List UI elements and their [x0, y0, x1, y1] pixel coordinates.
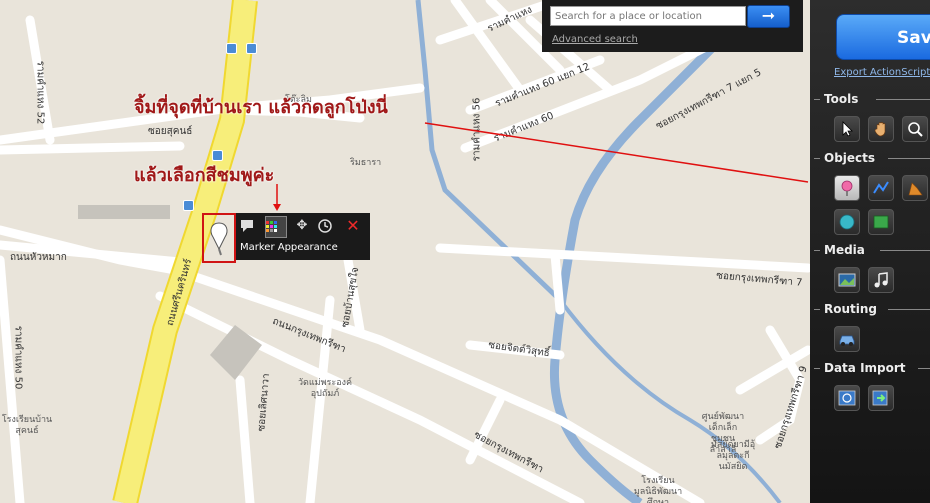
- globe-link-icon: [838, 390, 856, 406]
- section-objects: Objects: [814, 151, 930, 165]
- selected-marker[interactable]: [202, 213, 236, 263]
- save-button[interactable]: Save: [836, 14, 930, 60]
- section-title: Media: [824, 243, 865, 257]
- section-media: Media: [814, 243, 930, 257]
- hand-icon: [874, 122, 886, 137]
- circle-tool[interactable]: [834, 209, 860, 235]
- photo-icon: [838, 273, 856, 287]
- search-button[interactable]: ➞: [747, 5, 790, 28]
- zoom-tool[interactable]: [902, 116, 928, 142]
- move-icon[interactable]: ✥: [292, 216, 312, 236]
- route-tool[interactable]: [834, 326, 860, 352]
- export-link[interactable]: Export ActionScript: [834, 67, 930, 78]
- import-kml-tool[interactable]: [834, 385, 860, 411]
- import-file-tool[interactable]: [868, 385, 894, 411]
- comment-icon[interactable]: [240, 216, 260, 236]
- line-tool[interactable]: [868, 175, 894, 201]
- polygon-icon: [908, 182, 923, 196]
- import-arrow-icon: [872, 390, 888, 406]
- audio-tool[interactable]: [868, 267, 894, 293]
- circle-icon: [839, 214, 855, 230]
- search-input[interactable]: [550, 6, 746, 26]
- clock-icon[interactable]: [318, 216, 338, 236]
- polygon-tool[interactable]: [902, 175, 928, 201]
- section-routing: Routing: [814, 302, 930, 316]
- pan-tool[interactable]: [868, 116, 894, 142]
- marker-toolbar: ✥ ✕ Marker Appearance: [236, 213, 370, 260]
- section-title: Objects: [824, 151, 876, 165]
- tooltip: Marker Appearance: [240, 242, 338, 253]
- section-title: Routing: [824, 302, 878, 316]
- section-tools: Tools: [814, 92, 930, 106]
- section-title: Data Import: [824, 361, 906, 375]
- save-label: Save: [897, 28, 930, 48]
- section-data-import: Data Import: [814, 361, 930, 375]
- rectangle-tool[interactable]: [868, 209, 894, 235]
- music-note-icon: [874, 272, 888, 288]
- close-icon[interactable]: ✕: [343, 216, 363, 236]
- advanced-search-link[interactable]: Advanced search: [552, 34, 638, 45]
- marker-tool[interactable]: [834, 175, 860, 201]
- arrow-right-icon: ➞: [761, 6, 776, 25]
- map-pin-icon: [210, 222, 228, 256]
- pin-icon: [841, 180, 853, 196]
- section-title: Tools: [824, 92, 859, 106]
- car-icon: [839, 335, 855, 346]
- editor-panel: Save Export ActionScript Tools Objects M…: [810, 0, 930, 503]
- pointer-icon: [842, 121, 853, 137]
- annotation-arrow: [273, 122, 809, 211]
- magnifier-icon: [908, 122, 923, 137]
- select-tool[interactable]: [834, 116, 860, 142]
- search-panel: ➞ Advanced search: [542, 0, 803, 52]
- image-tool[interactable]: [834, 267, 860, 293]
- polyline-icon: [873, 181, 889, 194]
- color-grid-icon[interactable]: [265, 216, 287, 238]
- map-canvas[interactable]: รามคำแหง 60 แยก 12 รามคำแหง 60 ซอยสุคนธ์…: [0, 0, 810, 503]
- rectangle-icon: [873, 215, 889, 229]
